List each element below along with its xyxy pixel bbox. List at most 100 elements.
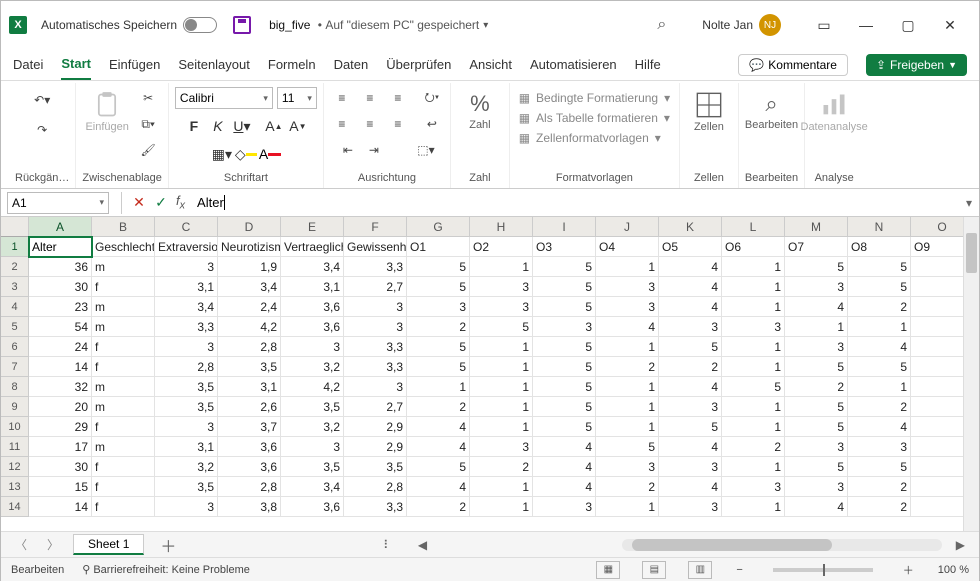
tab-start[interactable]: Start — [61, 49, 91, 80]
row-header[interactable]: 2 — [1, 257, 29, 277]
increase-indent-icon[interactable]: ⇥ — [362, 139, 386, 161]
cell[interactable]: 2,4 — [218, 297, 281, 317]
cell[interactable]: 5 — [848, 457, 911, 477]
cell[interactable]: 5 — [848, 357, 911, 377]
cell[interactable]: 3 — [659, 317, 722, 337]
cell[interactable]: 30 — [29, 277, 92, 297]
cell[interactable]: 3,4 — [281, 257, 344, 277]
cell[interactable]: f — [92, 457, 155, 477]
cut-icon[interactable]: ✂ — [136, 87, 160, 109]
formula-cancel-icon[interactable]: ✕ — [128, 192, 150, 214]
view-pagebreak-icon[interactable]: ▥ — [688, 561, 712, 579]
cell[interactable]: 1 — [722, 277, 785, 297]
share-button[interactable]: ⇪ Freigeben ▼ — [866, 54, 967, 76]
cell[interactable]: 3 — [533, 317, 596, 337]
border-button[interactable]: ▦▾ — [211, 143, 233, 165]
column-header[interactable]: J — [596, 217, 659, 237]
row-header[interactable]: 14 — [1, 497, 29, 517]
cell[interactable]: 1 — [722, 497, 785, 517]
cell[interactable]: 3 — [344, 317, 407, 337]
cell[interactable]: O7 — [785, 237, 848, 257]
comments-button[interactable]: 💬 Kommentare — [738, 54, 848, 76]
autosave-toggle[interactable] — [183, 17, 217, 33]
cell[interactable]: 4 — [407, 417, 470, 437]
cell[interactable]: 14 — [29, 497, 92, 517]
cell[interactable]: 1 — [848, 317, 911, 337]
document-location[interactable]: • Auf "diesem PC" gespeichert — [314, 18, 479, 32]
cell[interactable]: 3 — [596, 277, 659, 297]
cell[interactable]: 2 — [407, 317, 470, 337]
cell[interactable]: 2 — [596, 357, 659, 377]
cell[interactable]: O2 — [470, 237, 533, 257]
format-as-table-button[interactable]: ▦ Als Tabelle formatieren ▾ — [519, 111, 670, 125]
save-icon[interactable] — [233, 16, 251, 34]
view-normal-icon[interactable]: ▦ — [596, 561, 620, 579]
accessibility-status[interactable]: ⚲ Barrierefreiheit: Keine Probleme — [82, 563, 250, 576]
cell[interactable]: 1 — [596, 397, 659, 417]
cell[interactable]: 2,8 — [218, 337, 281, 357]
cell[interactable]: 3,3 — [344, 357, 407, 377]
cell[interactable]: 4 — [533, 457, 596, 477]
cell[interactable]: 32 — [29, 377, 92, 397]
formula-confirm-icon[interactable]: ✓ — [150, 192, 172, 214]
cell[interactable]: 1 — [722, 337, 785, 357]
cell[interactable]: 3,8 — [218, 497, 281, 517]
cell[interactable]: 3,2 — [281, 357, 344, 377]
cell[interactable]: 3 — [596, 457, 659, 477]
column-header[interactable]: E — [281, 217, 344, 237]
cell[interactable]: 5 — [785, 417, 848, 437]
align-center-icon[interactable]: ≡ — [358, 113, 382, 135]
select-all-corner[interactable] — [1, 217, 29, 237]
cell[interactable]: 4 — [659, 297, 722, 317]
cell[interactable]: 4 — [848, 417, 911, 437]
cell[interactable]: 17 — [29, 437, 92, 457]
cell[interactable]: 5 — [785, 397, 848, 417]
cell[interactable]: 1 — [470, 357, 533, 377]
cell[interactable]: 1 — [470, 377, 533, 397]
column-header[interactable]: B — [92, 217, 155, 237]
row-header[interactable]: 5 — [1, 317, 29, 337]
cell[interactable]: 5 — [659, 337, 722, 357]
cell[interactable]: 3,5 — [344, 457, 407, 477]
cell[interactable]: Extraversion — [155, 237, 218, 257]
cell[interactable]: 5 — [533, 337, 596, 357]
tab-daten[interactable]: Daten — [334, 49, 369, 80]
cell[interactable]: 5 — [407, 457, 470, 477]
cell[interactable]: 3,3 — [155, 317, 218, 337]
cell[interactable]: 3 — [155, 337, 218, 357]
cell[interactable]: 4 — [785, 497, 848, 517]
cell[interactable]: 3 — [470, 277, 533, 297]
cell[interactable]: 5 — [785, 457, 848, 477]
decrease-font-icon[interactable]: A▼ — [287, 115, 309, 137]
formula-expand-icon[interactable]: ▾ — [959, 196, 979, 210]
cell[interactable]: 23 — [29, 297, 92, 317]
cell[interactable]: 29 — [29, 417, 92, 437]
cell[interactable]: 4 — [596, 317, 659, 337]
cell[interactable]: 3 — [344, 297, 407, 317]
data-analysis-button[interactable]: Datenanalyse — [811, 87, 857, 133]
cell[interactable]: 1 — [596, 257, 659, 277]
cell[interactable]: Alter — [29, 237, 92, 257]
document-name[interactable]: big_five — [269, 18, 310, 32]
orientation-icon[interactable]: ⭮▾ — [420, 87, 444, 109]
cell[interactable]: 1 — [596, 337, 659, 357]
cell[interactable]: 1 — [470, 417, 533, 437]
cell[interactable]: 1 — [470, 397, 533, 417]
cell[interactable]: 5 — [659, 417, 722, 437]
cell[interactable]: 3,6 — [281, 297, 344, 317]
cell[interactable]: 2 — [407, 497, 470, 517]
underline-button[interactable]: U▾ — [231, 115, 253, 137]
cell[interactable]: 5 — [533, 417, 596, 437]
column-header[interactable]: D — [218, 217, 281, 237]
cell[interactable]: Geschlecht — [92, 237, 155, 257]
cell[interactable]: f — [92, 417, 155, 437]
cell[interactable]: 3,6 — [281, 497, 344, 517]
cell[interactable]: O4 — [596, 237, 659, 257]
cell[interactable]: 3 — [281, 437, 344, 457]
cell[interactable]: 4,2 — [218, 317, 281, 337]
format-painter-icon[interactable]: 🖌 — [136, 139, 160, 161]
cell[interactable]: 5 — [470, 317, 533, 337]
vertical-scrollbar[interactable] — [963, 217, 979, 531]
cell[interactable]: 3 — [596, 297, 659, 317]
tab-automatisieren[interactable]: Automatisieren — [530, 49, 617, 80]
